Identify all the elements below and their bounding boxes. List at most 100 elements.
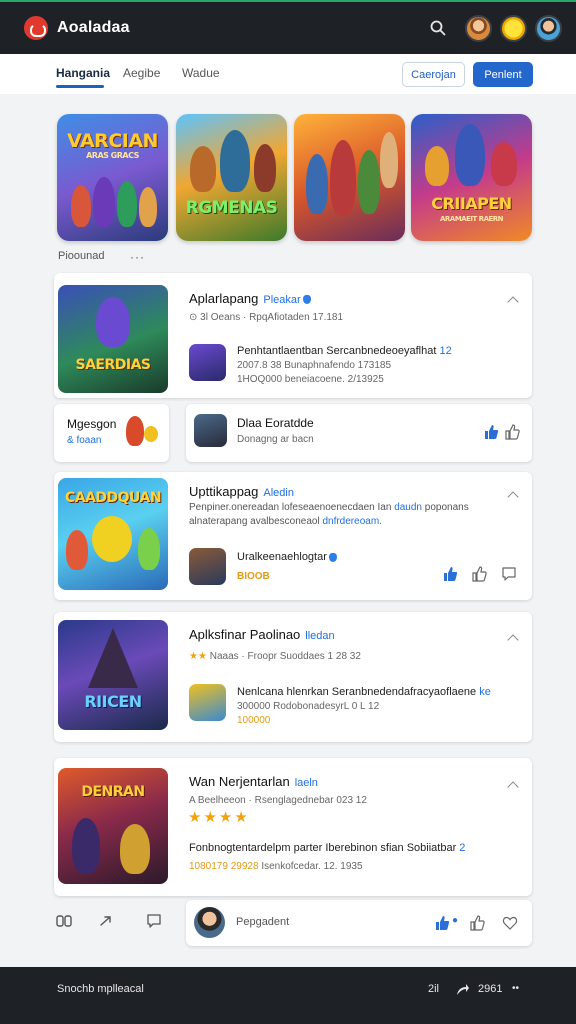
post-meta-text: Naaas · Froopr Suoddaes 1 28 32 (209, 651, 361, 662)
verified-label: lledan (305, 630, 335, 642)
featured-subtitle: ARAS GRACS (86, 151, 139, 160)
tabs-bar: Hangania Aegibe Wadue Caerojan Penlent (0, 54, 576, 94)
thumbnail-title: RIICEN (84, 692, 142, 711)
primary-button[interactable]: Penlent (473, 62, 533, 87)
sub-accent: 2 (459, 842, 466, 854)
character-figure (66, 530, 88, 570)
thumbnail-title: DENRAN (81, 784, 145, 800)
desc2-text: alnaterapang avalbesconeaol (189, 516, 320, 527)
thumbs-up-icon[interactable] (434, 915, 450, 931)
featured-game-tile[interactable] (294, 114, 405, 241)
bottom-bar: Snochb mplleacal 2il 2961 •• (0, 967, 576, 1024)
side-card[interactable]: Mgesgon & foaan (54, 404, 169, 462)
post-title: Aplarlapang Pleakar (189, 291, 311, 306)
sub-app-icon (194, 414, 227, 447)
desc-end: poponans (424, 502, 469, 513)
characters-illustration (419, 124, 524, 188)
thumbs-up-icon[interactable] (483, 424, 499, 440)
share-arrow-icon[interactable] (455, 983, 469, 997)
character-figure (126, 416, 144, 446)
avatar[interactable] (465, 14, 492, 42)
post-description: Penpiner.onereadan lofeseaenoenecdaen Ia… (189, 502, 469, 513)
outline-button[interactable]: Caerojan (402, 62, 465, 87)
sub-meta: 1080179 29928 Isenkofcedar. 12. 1935 (189, 861, 363, 872)
sub-title: Penhtantlaentban Sercanbnedeoeyaflhat 12 (237, 345, 452, 357)
post-thumbnail[interactable]: DENRAN (58, 768, 168, 884)
side-card-label: Dlaa Eoratdde (237, 416, 314, 430)
sub-title: Nenlcana hlenrkan Seranbnedendafracyaofl… (237, 686, 491, 698)
thumbs-up-icon[interactable] (442, 566, 458, 582)
view-icon[interactable] (56, 914, 72, 928)
app-logo-icon[interactable] (24, 16, 48, 40)
heart-icon[interactable] (502, 915, 518, 931)
featured-title: VARCIAN (67, 130, 158, 152)
post-thumbnail[interactable]: SAERDIAS (58, 285, 168, 393)
character-figure (72, 818, 100, 874)
active-tab-indicator (56, 85, 104, 88)
sub-meta-2: 100000 (237, 715, 270, 726)
character-figure (92, 516, 132, 562)
sub-title-text: Nenlcana hlenrkan Seranbnedendafracyaofl… (237, 686, 477, 698)
post-title-text: Aplarlapang (189, 291, 259, 306)
tab-wadue[interactable]: Wadue (182, 66, 220, 80)
comment-icon[interactable] (501, 566, 517, 582)
character-figure (138, 528, 160, 570)
post-thumbnail[interactable]: RIICEN (58, 620, 168, 730)
desc-accent: daudn (394, 502, 422, 513)
featured-subtitle: ARAMAEIT RAERN (439, 215, 504, 223)
sub-title-text: Fonbnogtentardelpm parter Iberebinon sfi… (189, 842, 457, 854)
tab-aegibe[interactable]: Aegibe (123, 66, 160, 80)
featured-game-tile[interactable]: CRIIAPEN ARAMAEIT RAERN (411, 114, 532, 241)
sub-title: Uralkeenaehlogtar (237, 551, 337, 563)
post-description-2: alnaterapang avalbesconeaol dnfrdereoam. (189, 516, 382, 527)
thumbs-up-outline-icon[interactable] (469, 915, 485, 931)
share-icon[interactable] (99, 914, 113, 928)
avatar[interactable] (500, 14, 527, 42)
sub-app-icon[interactable] (189, 548, 226, 585)
comment-icon[interactable] (146, 913, 162, 929)
post-title-text: Wan Nerjentarlan (189, 774, 290, 789)
avatar[interactable] (535, 14, 562, 42)
thumbnail-title: CAADDQUAN (64, 490, 162, 506)
comment-box[interactable]: Pepgadent ● (186, 900, 532, 946)
side-card[interactable]: Dlaa Eoratdde Donagng ar bacn (186, 404, 532, 462)
featured-game-tile[interactable]: RGMENAS (176, 114, 287, 241)
featured-game-tile[interactable]: VARCIAN ARAS GRACS (57, 114, 168, 241)
side-card-sub: & foaan (67, 435, 102, 446)
post-title-text: Aplksfinar Paolinao (189, 627, 301, 642)
sub-meta-2: 1HOQ000 beneiacoene. 2/13925 (237, 374, 384, 385)
top-app-bar: Aoaladaa (0, 0, 576, 54)
post-title: Aplksfinar Paolinao lledan (189, 627, 335, 642)
post-thumbnail[interactable]: CAADDQUAN (58, 478, 168, 590)
tower-illustration (88, 628, 138, 688)
post-title: Upttikappag Aledin (189, 484, 294, 499)
verified-label: Pleakar (263, 294, 301, 306)
post-title: Wan Nerjentarlan laeln (189, 774, 318, 789)
search-icon[interactable] (423, 13, 453, 43)
app-title: Aoaladaa (57, 19, 130, 36)
sub-accent: 12 (439, 345, 452, 357)
more-options-icon[interactable]: ··· (130, 250, 145, 264)
sub-meta-value: 1080179 29928 (189, 861, 259, 872)
sub-app-icon[interactable] (189, 684, 226, 721)
avatar (194, 907, 225, 938)
verified-label: Aledin (263, 487, 294, 499)
sub-title: Fonbnogtentardelpm parter Iberebinon sfi… (189, 842, 465, 854)
tab-hangania[interactable]: Hangania (56, 66, 110, 80)
character-figure (144, 426, 158, 442)
sub-title-text: Uralkeenaehlogtar (237, 551, 327, 563)
desc2-accent: dnfrdereoam. (322, 516, 382, 527)
sub-meta-2: Isenkofcedar. 12. 1935 (261, 861, 363, 872)
characters-illustration (184, 126, 279, 196)
post-meta-text: 3l Oeans · RpqAfiotaden 17.181 (200, 312, 344, 323)
thumbs-up-outline-icon[interactable] (471, 566, 487, 582)
character-figure (120, 824, 150, 874)
thumbs-up-outline-icon[interactable] (504, 424, 520, 440)
sub-meta-prefix: 100000 (237, 715, 271, 726)
sub-app-icon[interactable] (189, 344, 226, 381)
more-dots-icon[interactable]: •• (512, 983, 519, 994)
desc-text: Penpiner.onereadan lofeseaenoenecdaen Ia… (189, 502, 392, 513)
post-meta: A Beelheeon · Rsenglagednebar 023 12 (189, 795, 367, 806)
side-card-sub: Donagng ar bacn (237, 434, 314, 445)
comment-placeholder[interactable]: Pepgadent (236, 916, 289, 928)
